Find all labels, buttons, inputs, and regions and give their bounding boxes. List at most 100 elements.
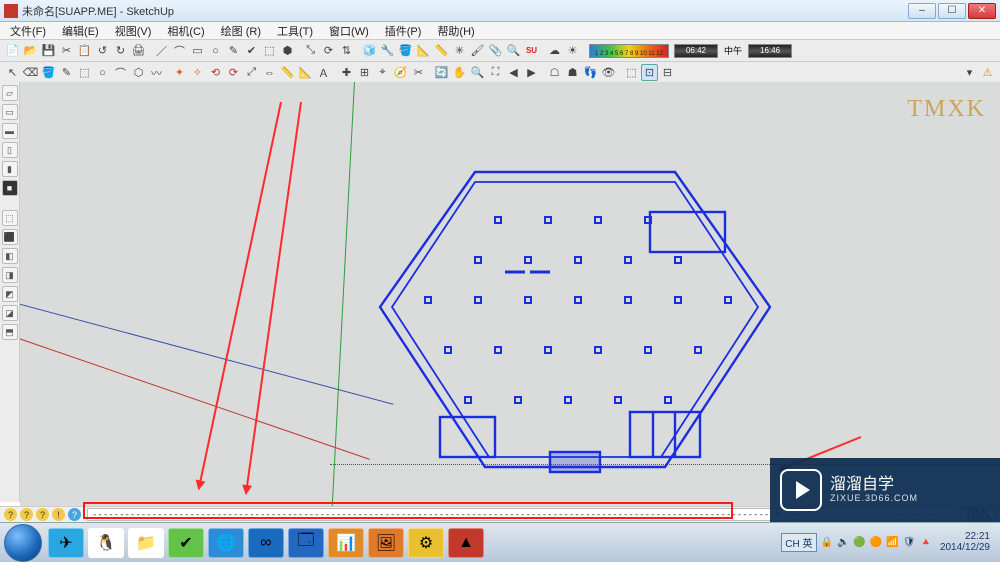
- warning-icon[interactable]: ⚠: [979, 64, 996, 81]
- tool-icon[interactable]: 🧭: [392, 64, 409, 81]
- model-viewport[interactable]: TMXK: [20, 82, 1000, 506]
- view-icon[interactable]: ◪: [2, 305, 18, 321]
- help-icon[interactable]: ?: [20, 508, 33, 521]
- style-icon[interactable]: ▱: [2, 85, 18, 101]
- tool-icon[interactable]: 📎: [487, 42, 504, 59]
- tool-icon[interactable]: ✚: [338, 64, 355, 81]
- tool-icon[interactable]: 🖌: [469, 42, 486, 59]
- tool-icon[interactable]: ✦: [171, 64, 188, 81]
- tool-icon[interactable]: 📐: [415, 42, 432, 59]
- minimize-button[interactable]: –: [908, 3, 936, 19]
- tool-icon[interactable]: ○: [94, 64, 111, 81]
- tool-icon[interactable]: SU: [523, 42, 540, 59]
- help-icon[interactable]: ?: [36, 508, 49, 521]
- menu-window[interactable]: 窗口(W): [325, 22, 373, 40]
- ime-indicator[interactable]: CH 英: [781, 533, 816, 552]
- tool-icon[interactable]: ⌖: [374, 64, 391, 81]
- tool-icon[interactable]: 🔧: [379, 42, 396, 59]
- taskbar-app[interactable]: 📁: [128, 528, 164, 558]
- taskbar-clock[interactable]: 22:21 2014/12/29: [936, 532, 994, 553]
- tool-icon[interactable]: 🖨: [130, 42, 147, 59]
- tool-icon[interactable]: 👁: [600, 64, 617, 81]
- tool-icon[interactable]: 📏: [279, 64, 296, 81]
- tool-icon[interactable]: 📋: [76, 42, 93, 59]
- taskbar-app[interactable]: 🗔: [288, 528, 324, 558]
- tool-icon[interactable]: ⬚: [261, 42, 278, 59]
- tool-icon[interactable]: ☗: [564, 64, 581, 81]
- tool-icon[interactable]: ✂: [410, 64, 427, 81]
- view-icon[interactable]: ⬛: [2, 229, 18, 245]
- view-icon[interactable]: ◩: [2, 286, 18, 302]
- close-button[interactable]: ✕: [968, 3, 996, 19]
- shadow-time-2[interactable]: 16:46: [748, 44, 792, 58]
- taskbar-app[interactable]: ∞: [248, 528, 284, 558]
- style-icon[interactable]: ▭: [2, 104, 18, 120]
- menu-plugins[interactable]: 插件(P): [381, 22, 426, 40]
- tool-icon[interactable]: ⬚: [76, 64, 93, 81]
- taskbar-app[interactable]: ✔: [168, 528, 204, 558]
- tool-icon[interactable]: ↺: [94, 42, 111, 59]
- taskbar-app[interactable]: ▲: [448, 528, 484, 558]
- menu-tools[interactable]: 工具(T): [273, 22, 317, 40]
- tool-icon[interactable]: ⬚: [623, 64, 640, 81]
- tool-icon[interactable]: ⟳: [320, 42, 337, 59]
- menu-camera[interactable]: 相机(C): [163, 22, 208, 40]
- tool-icon[interactable]: ⌒: [112, 64, 129, 81]
- tool-icon[interactable]: 👣: [582, 64, 599, 81]
- tool-icon[interactable]: ⊞: [356, 64, 373, 81]
- view-icon[interactable]: ◧: [2, 248, 18, 264]
- tool-icon[interactable]: ⬡: [130, 64, 147, 81]
- tool-icon[interactable]: ⟳: [225, 64, 242, 81]
- tray-icon[interactable]: 🟢: [853, 537, 865, 548]
- tool-icon[interactable]: ↻: [112, 42, 129, 59]
- taskbar-app[interactable]: 🌐: [208, 528, 244, 558]
- tool-icon[interactable]: 📄: [4, 42, 21, 59]
- tray-icon[interactable]: 🔒: [821, 537, 833, 548]
- menu-edit[interactable]: 编辑(E): [58, 22, 103, 40]
- tool-icon[interactable]: ✔: [243, 42, 260, 59]
- view-icon[interactable]: ⬒: [2, 324, 18, 340]
- tool-icon[interactable]: Ａ: [315, 64, 332, 81]
- taskbar-app[interactable]: ⚙: [408, 528, 444, 558]
- tool-icon[interactable]: 〰: [148, 64, 165, 81]
- tool-icon[interactable]: ◀: [505, 64, 522, 81]
- menu-view[interactable]: 视图(V): [111, 22, 156, 40]
- taskbar-app[interactable]: ✈: [48, 528, 84, 558]
- line-icon[interactable]: ／: [153, 42, 170, 59]
- tool-icon[interactable]: ☖: [546, 64, 563, 81]
- tray-icon[interactable]: 🟠: [870, 537, 882, 548]
- menu-help[interactable]: 帮助(H): [433, 22, 478, 40]
- zoom-icon[interactable]: 🔍: [469, 64, 486, 81]
- tool-icon[interactable]: ✎: [225, 42, 242, 59]
- shadow-gradient[interactable]: 1 2 3 4 5 6 7 8 9 10 11 12: [589, 44, 669, 58]
- tool-icon[interactable]: ⊡: [641, 64, 658, 81]
- tool-icon[interactable]: ✎: [58, 64, 75, 81]
- tool-icon[interactable]: ⟲: [207, 64, 224, 81]
- tool-icon[interactable]: ⇅: [338, 42, 355, 59]
- tool-icon[interactable]: ⇔: [261, 64, 278, 81]
- tray-icon[interactable]: 🔺: [919, 537, 931, 548]
- tool-icon[interactable]: 📂: [22, 42, 39, 59]
- shape-icon[interactable]: ▭: [189, 42, 206, 59]
- tool-icon[interactable]: 📏: [433, 42, 450, 59]
- tool-icon[interactable]: ✂: [58, 42, 75, 59]
- start-button[interactable]: [4, 524, 42, 562]
- tool-icon[interactable]: ✳: [451, 42, 468, 59]
- tool-icon[interactable]: ⬢: [279, 42, 296, 59]
- style-icon[interactable]: ▯: [2, 142, 18, 158]
- menu-file[interactable]: 文件(F): [6, 22, 50, 40]
- tray-icon[interactable]: 🛡: [903, 537, 916, 548]
- alert-icon[interactable]: !: [52, 508, 65, 521]
- style-icon[interactable]: ■: [2, 180, 18, 196]
- tool-icon[interactable]: 💾: [40, 42, 57, 59]
- taskbar-app[interactable]: 🐧: [88, 528, 124, 558]
- pan-icon[interactable]: ✋: [451, 64, 468, 81]
- tray-icon[interactable]: 📶: [886, 537, 898, 548]
- circle-icon[interactable]: ○: [207, 42, 224, 59]
- select-icon[interactable]: ↖: [4, 64, 21, 81]
- tool-icon[interactable]: ✧: [189, 64, 206, 81]
- erase-icon[interactable]: ⌫: [22, 64, 39, 81]
- view-icon[interactable]: ◨: [2, 267, 18, 283]
- tool-icon[interactable]: 🪣: [397, 42, 414, 59]
- tool-icon[interactable]: 📐: [297, 64, 314, 81]
